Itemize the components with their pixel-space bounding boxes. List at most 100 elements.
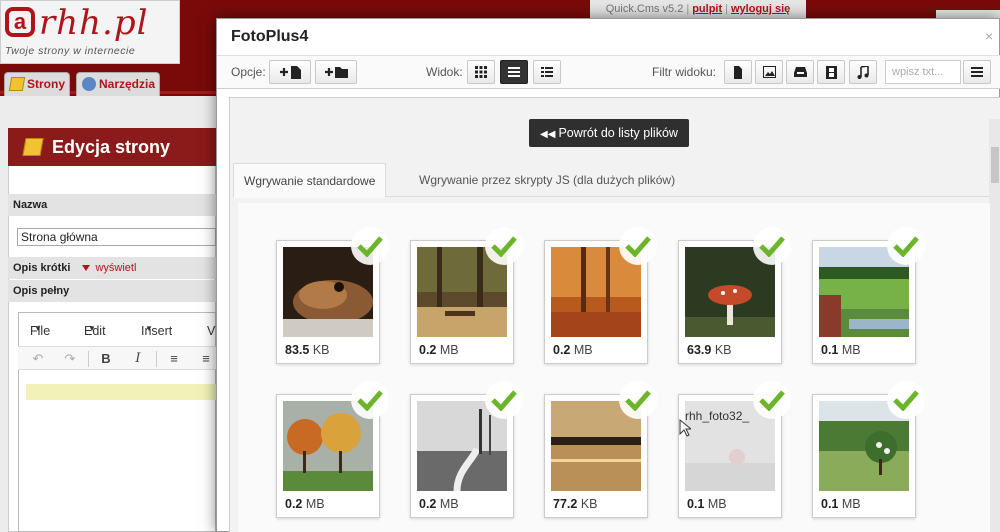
file-size: 0.2 MB [419, 343, 459, 357]
logo-mark: a [5, 7, 35, 37]
editor-content-line[interactable] [26, 384, 216, 400]
filter-search-input[interactable]: wpisz txt... [885, 60, 961, 84]
tab-js-upload[interactable]: Wgrywanie przez skrypty JS (dla dużych p… [409, 163, 685, 198]
view-list-button[interactable] [500, 60, 528, 84]
file-card[interactable]: 0.1 MB [812, 381, 925, 518]
edit-page-title-text: Edycja strony [52, 137, 171, 157]
logo-tagline: Twoje strony w internecie [5, 45, 136, 57]
scrollbar-thumb[interactable] [991, 147, 999, 183]
file-name: rhh_foto32_ [685, 409, 750, 423]
file-size: 63.9 KB [687, 343, 732, 357]
file-size: 0.1 MB [687, 497, 727, 511]
show-short-desc-toggle[interactable]: wyświetl [82, 262, 136, 274]
filter-video-button[interactable] [817, 60, 845, 84]
logout-link[interactable]: wyloguj się [731, 3, 790, 15]
file-size-unit: MB [841, 343, 861, 357]
film-icon [825, 66, 837, 79]
toolbar-divider [88, 351, 89, 367]
file-card[interactable]: 0.2 MB [276, 381, 389, 518]
back-to-list-button[interactable]: ◀◀ Powrót do listy plików [529, 119, 689, 147]
undo-icon[interactable]: ↶ [26, 350, 50, 368]
modal-title: FotoPlus4 [231, 28, 309, 45]
file-card-uploading[interactable]: rhh_foto32_ 0.1 MB [678, 381, 791, 518]
upload-check-icon [351, 381, 389, 419]
file-size-value: 0.1 [821, 343, 839, 357]
file-card[interactable]: 83.5 KB [276, 227, 389, 364]
editor-menu-label: V [207, 324, 216, 338]
nav-tab-strony[interactable]: Strony [4, 72, 70, 96]
file-card[interactable]: 0.2 MB [410, 227, 523, 364]
file-size-value: 0.2 [419, 497, 437, 511]
file-card[interactable]: 0.2 MB [544, 227, 657, 364]
upload-check-icon [485, 381, 523, 419]
add-file-icon [280, 66, 301, 79]
toolbar-divider [156, 351, 157, 367]
filter-menu-button[interactable] [963, 60, 991, 84]
image-icon [762, 66, 776, 78]
file-icon [734, 66, 742, 79]
add-folder-icon [325, 67, 348, 78]
nav-tab-label: Narzędzia [99, 77, 156, 91]
file-size-unit: MB [439, 497, 459, 511]
upload-tabs: Wgrywanie standardowe Wgrywanie przez sk… [233, 163, 989, 198]
list-icon [508, 67, 520, 77]
upload-check-icon [619, 227, 657, 265]
mouse-cursor-icon [679, 418, 693, 440]
align-center-icon[interactable]: ≡ [194, 350, 218, 368]
rich-text-editor[interactable] [18, 312, 216, 532]
inbox-icon [793, 67, 807, 77]
scrollbar[interactable] [989, 119, 1000, 532]
align-left-icon[interactable]: ≡ [162, 350, 186, 368]
menu-icon [971, 67, 983, 77]
view-details-button[interactable] [533, 60, 561, 84]
full-desc-label: Opis pełny [8, 280, 216, 302]
file-card[interactable]: 0.1 MB [812, 227, 925, 364]
double-back-icon: ◀◀ [540, 129, 556, 140]
bold-icon[interactable]: B [94, 350, 118, 368]
close-icon[interactable]: × [985, 28, 993, 44]
file-size: 0.2 MB [553, 343, 593, 357]
top-links: Quick.Cms v5.2 | pulpit | wyloguj się [590, 0, 806, 18]
file-card[interactable]: 0.2 MB [410, 381, 523, 518]
upload-check-icon [619, 381, 657, 419]
dashboard-link[interactable]: pulpit [692, 3, 722, 15]
file-size-unit: MB [305, 497, 325, 511]
short-desc-label-text: Opis krótki [13, 262, 71, 274]
add-file-button[interactable] [269, 60, 311, 84]
add-folder-button[interactable] [315, 60, 357, 84]
file-size: 0.2 MB [419, 497, 459, 511]
italic-icon[interactable]: I [126, 350, 150, 368]
file-size: 0.2 MB [285, 497, 325, 511]
file-size-value: 63.9 [687, 343, 712, 357]
name-field[interactable]: Strona główna [17, 228, 216, 246]
file-card[interactable]: 63.9 KB [678, 227, 791, 364]
editor-toolbar: ↶ ↷ B I ≡ ≡ [18, 346, 216, 370]
file-size: 0.1 MB [821, 343, 861, 357]
file-size-value: 0.1 [687, 497, 705, 511]
filter-images-button[interactable] [755, 60, 783, 84]
short-desc-label: Opis krótki wyświetl [8, 257, 216, 279]
music-icon [857, 65, 869, 79]
filter-archives-button[interactable] [786, 60, 814, 84]
caret-down-icon: ▼ [34, 324, 42, 333]
tab-standard-upload[interactable]: Wgrywanie standardowe [233, 163, 387, 198]
redo-icon[interactable]: ↷ [58, 350, 82, 368]
edit-page-title: Edycja strony [8, 128, 216, 166]
upload-check-icon [485, 227, 523, 265]
details-list-icon [541, 67, 553, 77]
pages-icon [8, 77, 26, 91]
filter-documents-button[interactable] [724, 60, 752, 84]
file-size-unit: KB [580, 497, 598, 511]
file-size-unit: MB [439, 343, 459, 357]
triangle-down-icon [82, 265, 91, 272]
view-grid-button[interactable] [467, 60, 495, 84]
logo[interactable]: a rhh.pl Twoje strony w internecie [0, 0, 180, 64]
nav-tab-narzedzia[interactable]: Narzędzia [76, 72, 160, 96]
options-label: Opcje: [231, 65, 266, 79]
file-card[interactable]: 77.2 KB [544, 381, 657, 518]
file-size-value: 83.5 [285, 343, 310, 357]
caret-down-icon: ▼ [88, 324, 96, 333]
show-toggle-label: wyświetl [95, 262, 137, 274]
modal-toolbar: Opcje: Widok: Filtr widoku: wpisz txt... [217, 55, 1000, 89]
filter-audio-button[interactable] [849, 60, 877, 84]
